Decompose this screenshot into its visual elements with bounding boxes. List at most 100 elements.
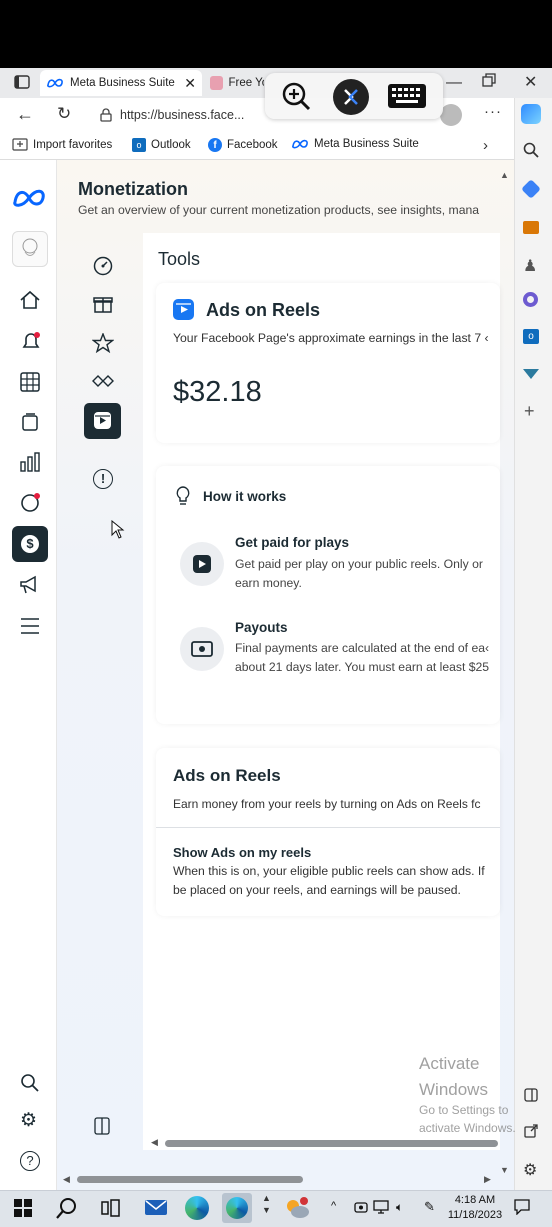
scroll-left-icon[interactable]: ◀ — [63, 1174, 70, 1185]
back-arrow-icon[interactable]: ← — [16, 104, 34, 125]
favorite-facebook[interactable]: f Facebook — [208, 138, 278, 152]
close-window-icon[interactable]: ✕ — [524, 72, 537, 92]
task-view-icon[interactable] — [101, 1199, 121, 1217]
scroll-left-icon[interactable]: ◀ — [151, 1137, 158, 1148]
tab-favicon-icon — [210, 76, 223, 90]
watermark-line: Windows — [419, 1080, 488, 1099]
show-ads-description: When this is on, your eligible public re… — [173, 864, 485, 878]
handshake-icon[interactable] — [92, 372, 114, 390]
favorite-outlook[interactable]: o Outlook — [132, 138, 191, 152]
panel-toggle-icon[interactable] — [94, 1117, 110, 1135]
search-icon[interactable] — [20, 1073, 40, 1093]
mail-icon[interactable] — [145, 1200, 167, 1215]
weather-icon[interactable] — [284, 1197, 310, 1219]
remote-connect-icon[interactable] — [333, 79, 369, 115]
windows-start-icon[interactable] — [14, 1199, 32, 1217]
keyboard-icon[interactable] — [387, 83, 427, 109]
close-tab-icon[interactable]: ✕ — [184, 75, 196, 92]
tab-meta-business-suite[interactable]: Meta Business Suite ✕ — [40, 70, 202, 96]
taskbar-search-icon[interactable] — [56, 1197, 78, 1219]
briefcase-icon[interactable] — [523, 221, 539, 234]
refresh-icon[interactable]: ↻ — [57, 104, 71, 124]
ads-section-title: Ads on Reels — [173, 766, 281, 785]
lightbulb-icon — [175, 485, 191, 507]
insights-bar-icon[interactable] — [19, 452, 41, 472]
content-icon[interactable] — [20, 412, 40, 432]
how-item-line: about 21 days later. You must earn at le… — [235, 660, 490, 674]
reels-tool-active[interactable] — [84, 403, 121, 439]
minimize-icon[interactable]: — — [446, 74, 462, 92]
scroll-down-icon[interactable]: ▼ — [500, 1165, 509, 1175]
active-app-highlight[interactable] — [222, 1193, 252, 1223]
sidebar-toggle-icon[interactable] — [524, 1088, 538, 1102]
send-icon[interactable] — [523, 368, 539, 380]
outlook-icon: o — [132, 138, 146, 152]
menu-icon[interactable] — [20, 617, 40, 635]
office-icon[interactable] — [523, 292, 538, 307]
help-icon[interactable]: ? — [20, 1151, 40, 1171]
scroll-up-icon[interactable]: ▲ — [500, 170, 509, 180]
dashboard-gauge-icon[interactable] — [93, 256, 113, 276]
ads-megaphone-icon[interactable] — [19, 575, 41, 595]
restore-icon[interactable] — [482, 73, 496, 87]
meta-logo-icon — [46, 78, 64, 88]
home-icon[interactable] — [19, 290, 41, 310]
ads-card-title: Ads on Reels — [206, 300, 321, 320]
page-avatar[interactable] — [12, 231, 48, 267]
facebook-icon: f — [208, 138, 222, 152]
meta-logo-icon — [291, 139, 309, 149]
favorites-overflow-icon[interactable]: › — [483, 137, 488, 154]
search-icon[interactable] — [523, 142, 539, 158]
how-it-works-title: How it works — [203, 489, 287, 504]
page-horizontal-scrollbar[interactable] — [77, 1176, 303, 1183]
profile-avatar[interactable] — [440, 104, 462, 126]
favorite-meta-business-suite[interactable]: Meta Business Suite — [291, 138, 419, 150]
tab-free-yo[interactable]: Free Yo — [204, 70, 270, 96]
favorite-label: Facebook — [227, 139, 278, 151]
favorite-import[interactable]: Import favorites — [12, 138, 112, 151]
network-icon[interactable] — [373, 1200, 389, 1214]
tray-onedrive-icon[interactable] — [354, 1200, 368, 1214]
open-external-icon[interactable] — [524, 1124, 538, 1138]
outlook-icon[interactable]: o — [523, 329, 539, 344]
how-item-line: Get paid per play on your public reels. … — [235, 557, 483, 571]
zoom-in-icon[interactable] — [280, 80, 312, 112]
panel-horizontal-scrollbar[interactable] — [165, 1140, 498, 1147]
meta-logo-icon[interactable] — [12, 188, 46, 208]
star-badge-icon[interactable] — [92, 333, 114, 353]
ads-section-description: Earn money from your reels by turning on… — [173, 797, 481, 811]
url-field[interactable]: https://business.face... — [100, 102, 270, 128]
clock-date: 11/18/2023 — [447, 1209, 503, 1221]
pen-icon[interactable]: ✎ — [424, 1199, 435, 1215]
alert-info-icon[interactable]: ! — [93, 469, 113, 489]
copilot-icon[interactable] — [521, 104, 541, 124]
earnings-amount: $32.18 — [173, 376, 262, 408]
monetization-nav-item[interactable]: $ — [12, 526, 48, 562]
how-item-line: Final payments are calculated at the end… — [235, 641, 490, 655]
import-icon — [12, 138, 28, 151]
show-ads-toggle-title[interactable]: Show Ads on my reels — [173, 845, 311, 860]
system-clock[interactable]: 4:18 AM 11/18/2023 — [445, 1193, 505, 1223]
clock-time: 4:18 AM — [454, 1194, 496, 1206]
inbox-chat-icon[interactable] — [20, 492, 42, 514]
planner-grid-icon[interactable] — [20, 372, 40, 392]
tab-title: Free Yo — [228, 77, 264, 89]
add-icon[interactable]: + — [524, 401, 535, 422]
scroll-right-icon[interactable]: ▶ — [484, 1174, 491, 1185]
notification-center-icon[interactable] — [514, 1199, 530, 1215]
reels-play-icon — [180, 542, 224, 586]
how-item-title: Payouts — [235, 620, 288, 635]
tray-up-arrow-icon[interactable]: ^ — [331, 1200, 336, 1212]
settings-gear-icon[interactable]: ⚙ — [20, 1109, 37, 1132]
notifications-icon[interactable] — [20, 330, 42, 352]
ads-card-description: Your Facebook Page's approximate earning… — [173, 331, 489, 345]
volume-icon[interactable]: 🔈︎ — [396, 1200, 403, 1215]
overflow-chevron-icon[interactable]: ▲ ▼ — [262, 1192, 271, 1216]
tab-actions-icon[interactable] — [14, 75, 30, 89]
edge-browser-icon[interactable] — [185, 1196, 209, 1220]
left-nav — [0, 160, 57, 1190]
settings-gear-icon[interactable]: ⚙ — [523, 1160, 537, 1180]
chess-icon[interactable]: ♟ — [523, 256, 537, 276]
more-menu-icon[interactable]: ··· — [484, 103, 502, 120]
gift-icon[interactable] — [93, 294, 113, 314]
